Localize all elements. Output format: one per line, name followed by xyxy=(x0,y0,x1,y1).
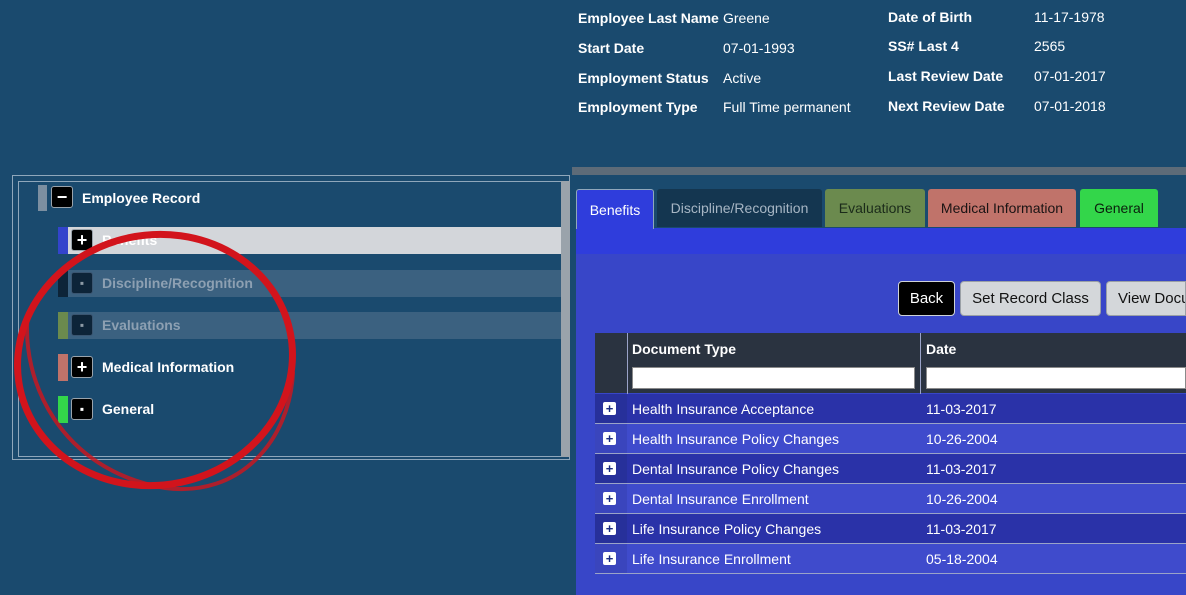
start-date-value: 07-01-1993 xyxy=(723,40,795,56)
ssn-value: 2565 xyxy=(1034,38,1066,54)
tab-benefits[interactable]: Benefits xyxy=(576,189,654,229)
expand-row-icon[interactable]: + xyxy=(603,402,616,415)
tree-item-label[interactable]: General xyxy=(102,401,154,417)
tree-item-label[interactable]: Benefits xyxy=(102,232,157,248)
last-name-value: Greene xyxy=(723,10,770,26)
document-type-filter-input[interactable] xyxy=(632,367,915,389)
leaf-icon[interactable]: ▪ xyxy=(71,272,93,294)
employment-type-label: Employment Type xyxy=(578,99,698,115)
tree-root-label[interactable]: Employee Record xyxy=(82,190,200,206)
leaf-icon[interactable]: ▪ xyxy=(71,314,93,336)
cell-document-type: Life Insurance Enrollment xyxy=(632,551,791,567)
tab-general[interactable]: General xyxy=(1080,189,1158,227)
tree-item-color-band xyxy=(58,396,68,423)
tree-root-collapse-icon[interactable]: − xyxy=(51,186,73,208)
ssn-label: SS# Last 4 xyxy=(888,38,959,54)
row-divider xyxy=(595,453,1186,454)
table-row[interactable]: + Dental Insurance Policy Changes 11-03-… xyxy=(595,454,1186,484)
tree-item-color-band xyxy=(58,270,68,297)
tree-root-marker xyxy=(38,185,47,211)
tree-item-label[interactable]: Medical Information xyxy=(102,359,234,375)
table-row[interactable]: + Life Insurance Enrollment 05-18-2004 xyxy=(595,544,1186,574)
tab-evaluations[interactable]: Evaluations xyxy=(825,189,925,227)
dob-label: Date of Birth xyxy=(888,9,972,25)
employment-status-label: Employment Status xyxy=(578,70,709,86)
next-review-value: 07-01-2018 xyxy=(1034,98,1106,114)
tree-item-label[interactable]: Discipline/Recognition xyxy=(102,275,253,291)
table-row[interactable]: + Health Insurance Acceptance 11-03-2017 xyxy=(595,394,1186,424)
employment-type-value: Full Time permanent xyxy=(723,99,851,115)
set-record-class-button[interactable]: Set Record Class xyxy=(960,281,1101,316)
last-name-label: Employee Last Name xyxy=(578,10,719,26)
cell-date: 10-26-2004 xyxy=(926,431,998,447)
cell-date: 05-18-2004 xyxy=(926,551,998,567)
last-review-value: 07-01-2017 xyxy=(1034,68,1106,84)
column-header-date[interactable]: Date xyxy=(926,341,956,357)
expand-row-icon[interactable]: + xyxy=(603,552,616,565)
tree-item-color-band xyxy=(58,312,68,339)
cell-date: 11-03-2017 xyxy=(926,521,997,537)
last-review-label: Last Review Date xyxy=(888,68,1004,84)
tree-scrollbar[interactable] xyxy=(561,181,570,457)
cell-document-type: Dental Insurance Enrollment xyxy=(632,491,809,507)
expand-icon[interactable]: + xyxy=(71,356,93,378)
table-row[interactable]: + Health Insurance Policy Changes 10-26-… xyxy=(595,424,1186,454)
tree-item-label[interactable]: Evaluations xyxy=(102,317,181,333)
next-review-label: Next Review Date xyxy=(888,98,1005,114)
expand-icon[interactable]: + xyxy=(71,229,93,251)
cell-date: 10-26-2004 xyxy=(926,491,998,507)
back-button[interactable]: Back xyxy=(898,281,955,316)
cell-date: 11-03-2017 xyxy=(926,461,997,477)
leaf-icon[interactable]: ▪ xyxy=(71,398,93,420)
column-header-document-type[interactable]: Document Type xyxy=(632,341,736,357)
table-row[interactable]: + Dental Insurance Enrollment 10-26-2004 xyxy=(595,484,1186,514)
tree-item-color-band xyxy=(58,227,68,254)
cell-document-type: Health Insurance Acceptance xyxy=(632,401,815,417)
cell-date: 11-03-2017 xyxy=(926,401,997,417)
cell-document-type: Health Insurance Policy Changes xyxy=(632,431,840,447)
row-divider xyxy=(595,543,1186,544)
start-date-label: Start Date xyxy=(578,40,645,56)
row-divider xyxy=(595,423,1186,424)
row-divider xyxy=(595,573,1186,574)
tab-discipline-recognition[interactable]: Discipline/Recognition xyxy=(657,189,822,227)
expand-row-icon[interactable]: + xyxy=(603,522,616,535)
cell-document-type: Dental Insurance Policy Changes xyxy=(632,461,840,477)
row-divider xyxy=(595,483,1186,484)
expand-row-icon[interactable]: + xyxy=(603,432,616,445)
expand-row-icon[interactable]: + xyxy=(603,462,616,475)
date-filter-input[interactable] xyxy=(926,367,1186,389)
cell-document-type: Life Insurance Policy Changes xyxy=(632,521,822,537)
row-divider xyxy=(595,513,1186,514)
header-divider xyxy=(572,167,1186,175)
employment-status-value: Active xyxy=(723,70,762,86)
tree-item-color-band xyxy=(58,354,68,381)
expand-row-icon[interactable]: + xyxy=(603,492,616,505)
table-row[interactable]: + Life Insurance Policy Changes 11-03-20… xyxy=(595,514,1186,544)
tab-medical-information[interactable]: Medical Information xyxy=(928,189,1076,227)
dob-value: 11-17-1978 xyxy=(1034,9,1105,25)
view-documents-button[interactable]: View Docu xyxy=(1106,281,1186,316)
